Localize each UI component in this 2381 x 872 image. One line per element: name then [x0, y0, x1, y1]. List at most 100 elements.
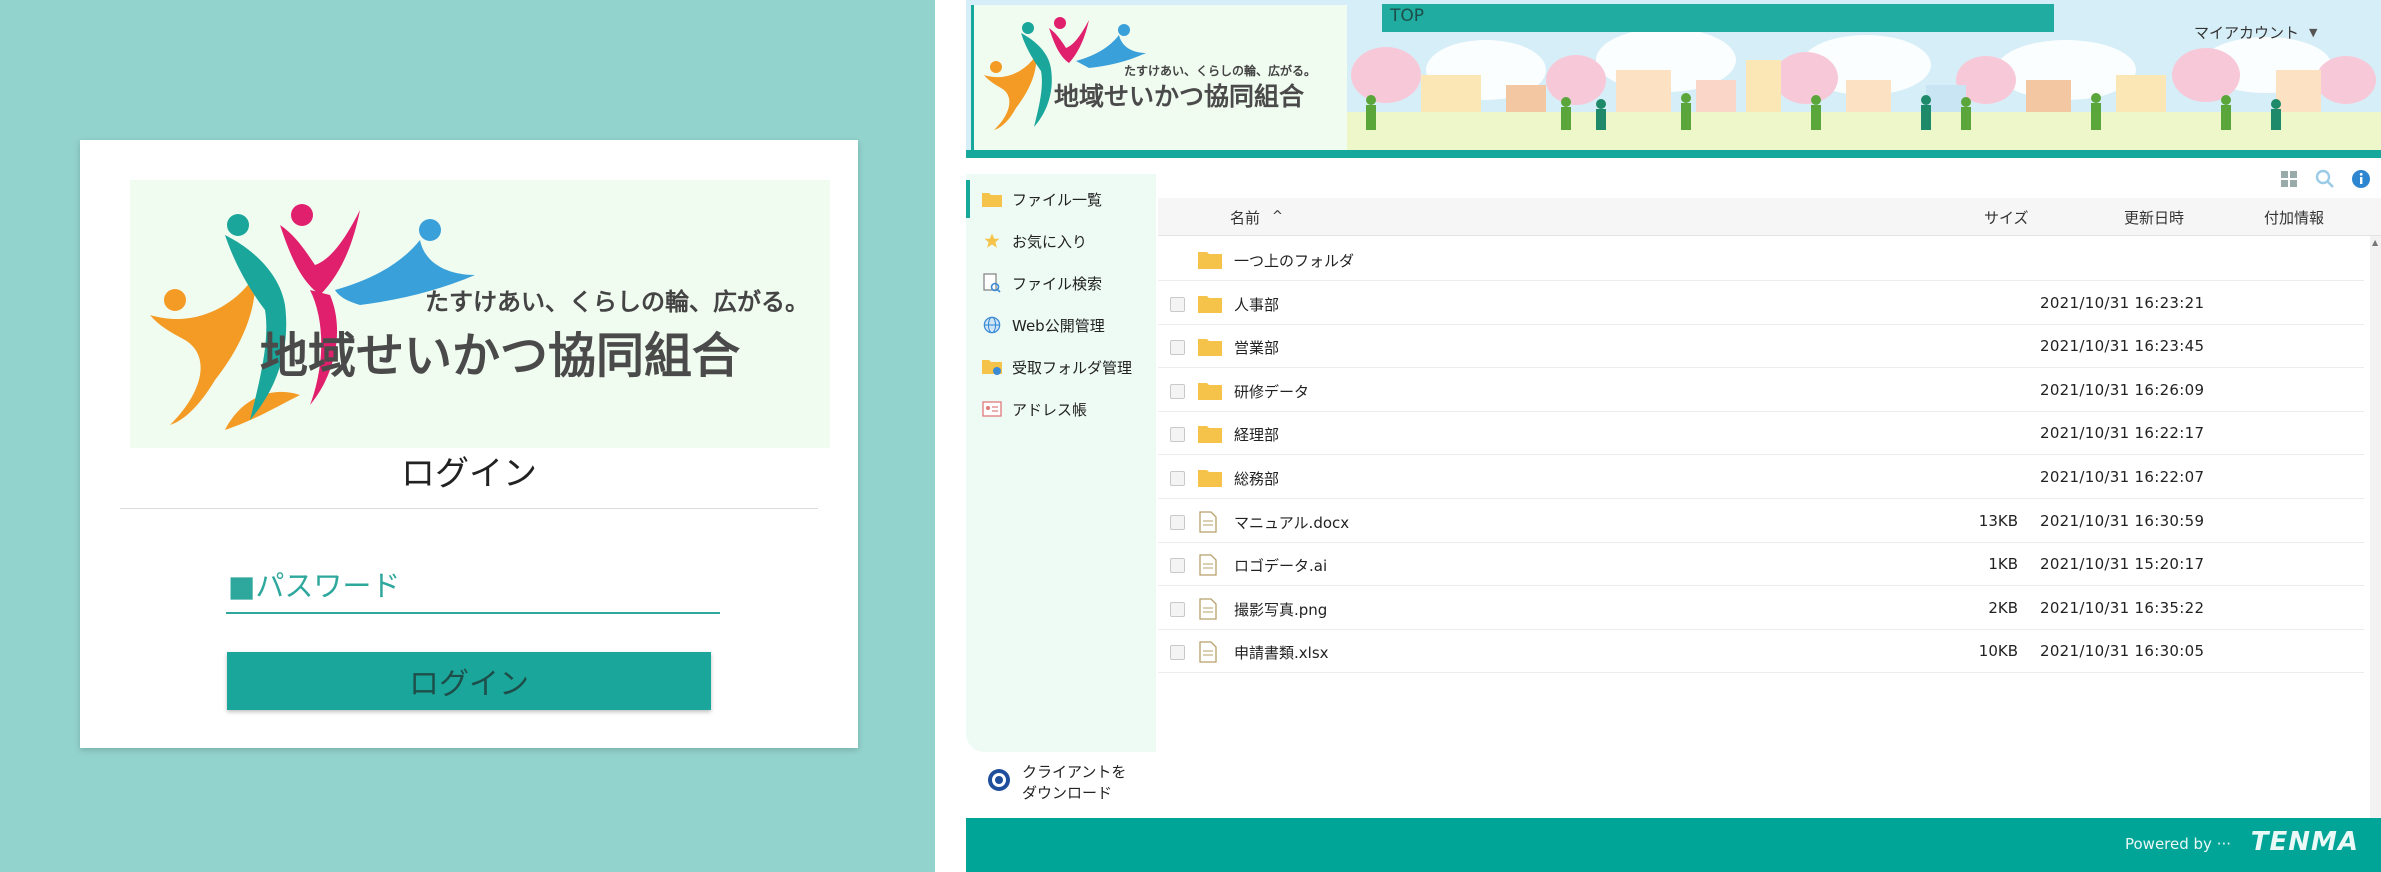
row-name[interactable]: 経理部 — [1234, 424, 1279, 445]
sidebar-item-label: アドレス帳 — [1012, 400, 1088, 419]
sidebar: ファイル一覧 お気に入り ファイル検索 Web公開管理 受取フォルダ管理 アドレ… — [966, 174, 1156, 752]
row-updated: 2021/10/31 16:22:17 — [2040, 424, 2205, 443]
row-size: 10KB — [1978, 642, 2018, 661]
row-name[interactable]: マニュアル.docx — [1234, 512, 1349, 533]
search-icon[interactable] — [2314, 168, 2336, 190]
grid-view-icon[interactable] — [2278, 168, 2300, 190]
column-info[interactable]: 付加情報 — [2264, 207, 2324, 228]
folder-icon — [982, 189, 1002, 209]
column-updated[interactable]: 更新日時 — [2124, 207, 2184, 228]
row-checkbox[interactable] — [1170, 514, 1185, 530]
folder-icon — [1198, 249, 1222, 269]
file-icon — [1198, 554, 1222, 576]
row-checkbox[interactable] — [1170, 296, 1185, 312]
table-row[interactable]: 申請書類.xlsx 10KB 2021/10/31 16:30:05 — [1158, 630, 2364, 674]
my-account-menu[interactable]: マイアカウント ▼ — [2194, 22, 2317, 43]
parent-folder-row[interactable]: 一つ上のフォルダ — [1158, 238, 2364, 281]
address-book-icon — [982, 399, 1002, 419]
footer: Powered by ··· TENMA — [966, 818, 2381, 872]
table-row[interactable]: マニュアル.docx 13KB 2021/10/31 16:30:59 — [1158, 500, 2364, 543]
tenma-logo: TENMA — [2250, 827, 2359, 857]
sidebar-item-favorites[interactable]: お気に入り — [966, 222, 1156, 260]
row-checkbox[interactable] — [1170, 645, 1185, 661]
file-search-icon — [982, 273, 1002, 293]
row-updated: 2021/10/31 16:30:59 — [2040, 511, 2205, 530]
header-accent-bar — [966, 150, 2381, 158]
folder-icon — [1198, 467, 1222, 487]
scroll-up-arrow-icon[interactable]: ▲ — [2372, 238, 2378, 247]
org-logo: たすけあい、くらしの輪、広がる。 地域せいかつ協同組合 — [130, 180, 830, 448]
table-row[interactable]: 撮影写真.png 2KB 2021/10/31 16:35:22 — [1158, 587, 2364, 630]
sidebar-item-receive-folder[interactable]: 受取フォルダ管理 — [966, 348, 1156, 386]
row-checkbox[interactable] — [1170, 383, 1185, 399]
row-checkbox[interactable] — [1170, 601, 1185, 617]
row-updated: 2021/10/31 16:26:09 — [2040, 380, 2205, 399]
row-checkbox[interactable] — [1170, 427, 1185, 443]
folder-icon — [1198, 293, 1222, 313]
globe-icon — [982, 315, 1002, 335]
star-icon — [982, 231, 1002, 251]
sidebar-item-file-search[interactable]: ファイル検索 — [966, 264, 1156, 302]
table-row[interactable]: ロゴデータ.ai 1KB 2021/10/31 15:20:17 — [1158, 543, 2364, 587]
login-button[interactable]: ログイン — [227, 652, 711, 710]
sidebar-item-label: Web公開管理 — [1012, 316, 1105, 335]
table-row[interactable]: 営業部 2021/10/31 16:23:45 — [1158, 325, 2364, 369]
receive-folder-icon — [982, 357, 1002, 377]
login-divider — [120, 508, 818, 509]
row-checkbox[interactable] — [1170, 558, 1185, 574]
table-row[interactable]: 人事部 2021/10/31 16:23:21 — [1158, 282, 2364, 325]
file-manager-window: たすけあい、くらしの輪、広がる。 地域せいかつ協同組合 TOP マイアカウント … — [966, 0, 2381, 872]
sort-ascending-icon[interactable]: ^ — [1272, 209, 1283, 224]
client-download-icon — [986, 767, 1012, 799]
client-download-line1: クライアントを — [1022, 763, 1127, 781]
header-org-logo[interactable]: たすけあい、くらしの輪、広がる。 地域せいかつ協同組合 — [971, 5, 1347, 150]
top-nav-bar[interactable]: TOP — [1382, 4, 2054, 32]
sidebar-item-file-list[interactable]: ファイル一覧 — [966, 180, 1156, 218]
logo-org-name: 地域せいかつ協同組合 — [260, 328, 740, 384]
row-name[interactable]: 一つ上のフォルダ — [1234, 250, 1354, 271]
row-checkbox[interactable] — [1170, 340, 1185, 356]
login-panel: たすけあい、くらしの輪、広がる。 地域せいかつ協同組合 ログイン ログイン — [0, 0, 935, 872]
row-updated: 2021/10/31 16:35:22 — [2040, 598, 2205, 617]
row-size: 13KB — [1978, 511, 2018, 530]
column-name[interactable]: 名前 — [1230, 207, 1260, 228]
password-input[interactable] — [226, 560, 720, 614]
info-icon[interactable] — [2350, 168, 2372, 190]
header-logo-org-name: 地域せいかつ協同組合 — [1054, 82, 1305, 111]
table-row[interactable]: 総務部 2021/10/31 16:22:07 — [1158, 456, 2364, 499]
row-name[interactable]: 営業部 — [1234, 337, 1279, 358]
row-updated: 2021/10/31 16:22:07 — [2040, 468, 2205, 486]
folder-icon — [1198, 380, 1222, 400]
row-updated: 2021/10/31 16:23:45 — [2040, 337, 2205, 356]
file-icon — [1198, 641, 1222, 664]
row-size: 1KB — [1988, 555, 2018, 574]
table-header: 名前 ^ サイズ 更新日時 付加情報 — [1158, 198, 2381, 236]
sidebar-item-address-book[interactable]: アドレス帳 — [966, 390, 1156, 428]
top-link[interactable]: TOP — [1390, 6, 1424, 26]
row-name[interactable]: 申請書類.xlsx — [1234, 642, 1329, 663]
row-name[interactable]: ロゴデータ.ai — [1234, 555, 1327, 576]
chevron-down-icon: ▼ — [2309, 26, 2318, 39]
table-row[interactable]: 経理部 2021/10/31 16:22:17 — [1158, 412, 2364, 456]
row-name[interactable]: 研修データ — [1234, 381, 1309, 402]
sidebar-item-label: ファイル一覧 — [1012, 190, 1103, 209]
row-updated: 2021/10/31 16:30:05 — [2040, 642, 2205, 661]
my-account-label: マイアカウント — [2194, 24, 2300, 42]
client-download-link[interactable]: クライアントを ダウンロード — [986, 762, 1142, 804]
row-name[interactable]: 総務部 — [1234, 468, 1279, 489]
logo-tagline: たすけあい、くらしの輪、広がる。 — [425, 288, 809, 316]
sidebar-item-label: 受取フォルダ管理 — [1012, 358, 1133, 377]
row-name[interactable]: 人事部 — [1234, 294, 1279, 315]
row-size: 2KB — [1988, 598, 2018, 617]
row-name[interactable]: 撮影写真.png — [1234, 599, 1327, 620]
header-logo-tagline: たすけあい、くらしの輪、広がる。 — [1124, 63, 1316, 78]
table-row[interactable]: 研修データ 2021/10/31 16:26:09 — [1158, 369, 2364, 412]
sidebar-item-label: お気に入り — [1012, 232, 1088, 251]
sidebar-item-web-publish[interactable]: Web公開管理 — [966, 306, 1156, 344]
scrollbar[interactable]: ▲ — [2370, 236, 2381, 818]
folder-icon — [1198, 336, 1222, 357]
column-size[interactable]: サイズ — [1984, 207, 2029, 228]
client-download-line2: ダウンロード — [1022, 784, 1113, 802]
file-icon — [1198, 510, 1222, 533]
row-checkbox[interactable] — [1170, 471, 1185, 486]
